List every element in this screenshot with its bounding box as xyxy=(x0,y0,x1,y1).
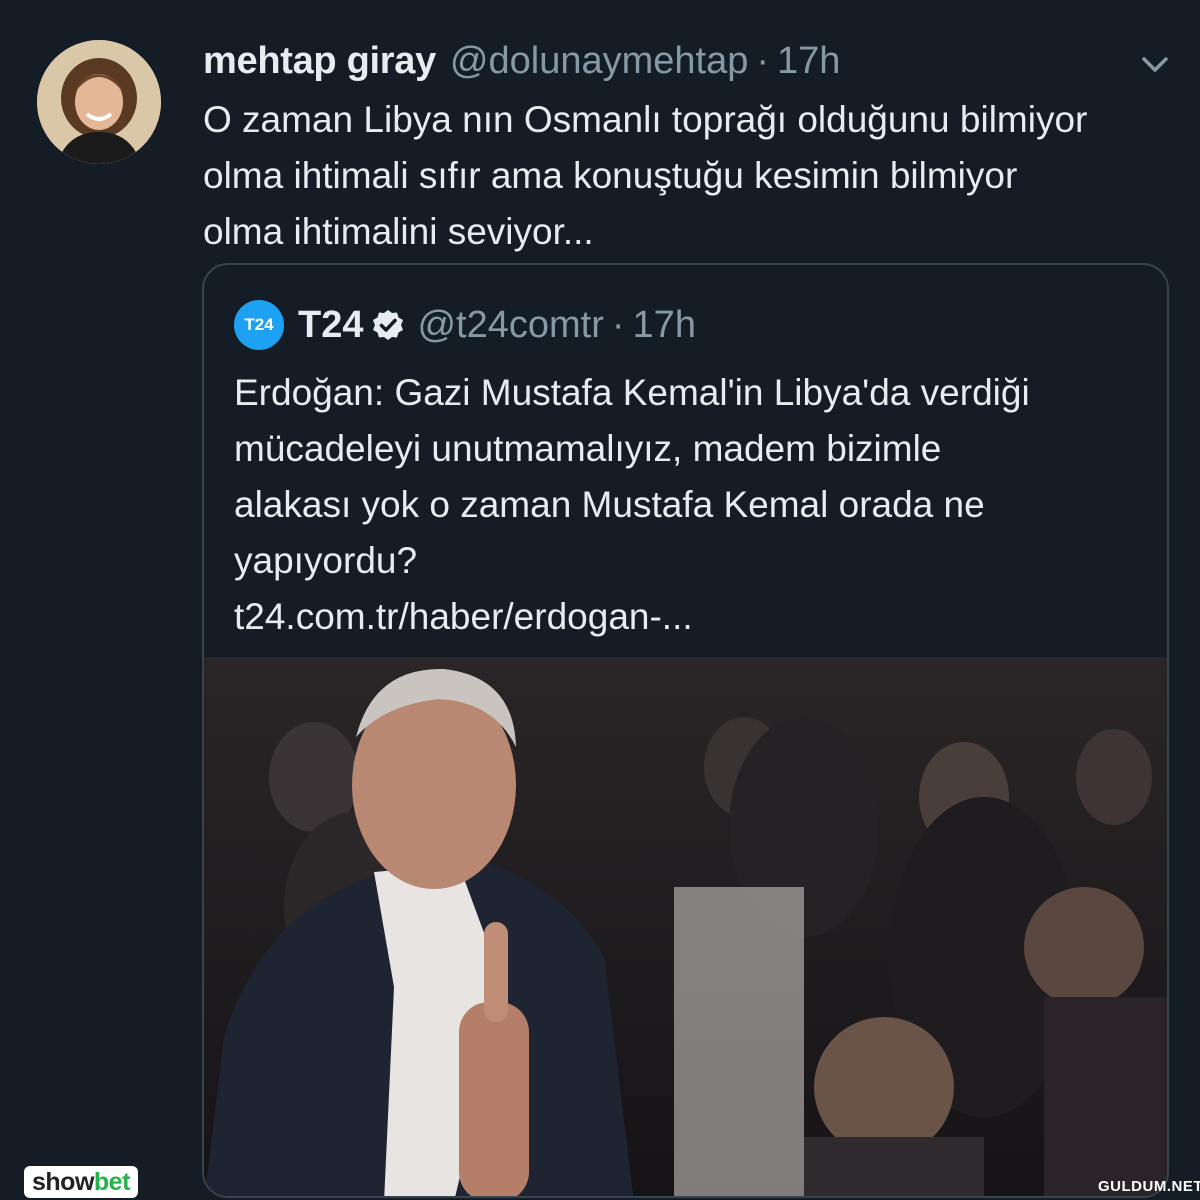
quoted-display-name[interactable]: T24 xyxy=(298,304,363,347)
verified-badge-icon xyxy=(371,308,405,342)
chevron-down-icon[interactable] xyxy=(1138,50,1172,78)
showbet-watermark: show bet xyxy=(24,1166,138,1198)
showbet-text-accent: bet xyxy=(93,1167,131,1196)
separator-dot: · xyxy=(756,40,770,82)
quoted-handle[interactable]: @t24comtr xyxy=(417,304,603,347)
user-handle[interactable]: @dolunaymehtap xyxy=(450,40,748,83)
quoted-tweet-photo[interactable] xyxy=(204,657,1167,1196)
quoted-timestamp[interactable]: 17h xyxy=(633,304,696,347)
tweet: mehtap giray @dolunaymehtap · 17h O zama… xyxy=(0,0,1200,1200)
showbet-text-main: show xyxy=(32,1167,94,1196)
tweet-timestamp[interactable]: 17h xyxy=(777,40,840,83)
tweet-text: O zaman Libya nın Osmanlı toprağı olduğu… xyxy=(203,99,1088,252)
quoted-tweet-text: Erdoğan: Gazi Mustafa Kemal'in Libya'da … xyxy=(234,372,1030,637)
quoted-tweet-header: T24 T24 @t24comtr · 17h xyxy=(234,297,696,353)
user-avatar[interactable] xyxy=(37,40,161,164)
display-name[interactable]: mehtap giray xyxy=(203,40,436,83)
t24-logo-avatar[interactable]: T24 xyxy=(234,300,284,350)
quoted-tweet-card[interactable]: T24 T24 @t24comtr · 17h Erdoğan: Gazi Mu… xyxy=(202,263,1169,1198)
avatar-image xyxy=(37,40,161,164)
site-watermark: GULDUM.NET xyxy=(1098,1178,1200,1195)
tweet-header: mehtap giray @dolunaymehtap · 17h xyxy=(203,40,840,84)
quoted-separator-dot: · xyxy=(611,303,625,346)
